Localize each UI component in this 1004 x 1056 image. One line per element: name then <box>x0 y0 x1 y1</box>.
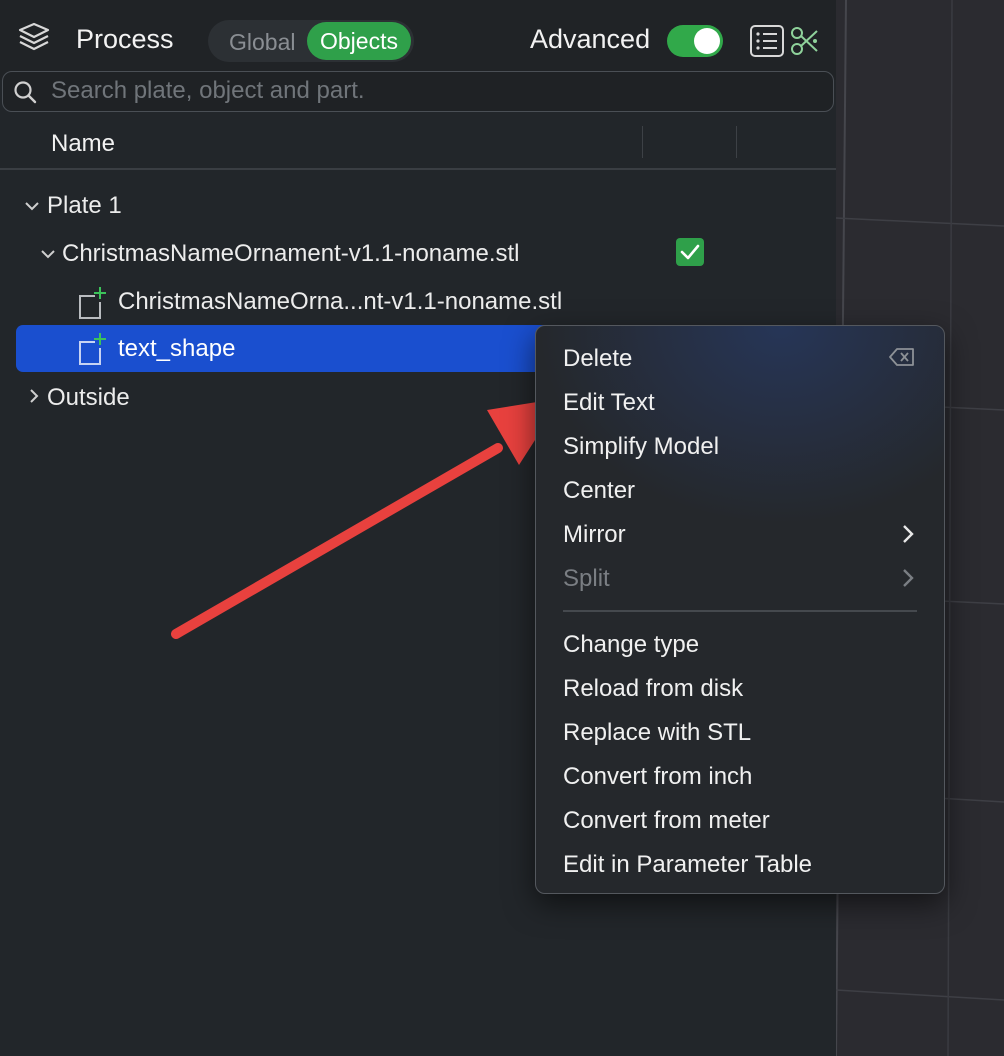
advanced-label: Advanced <box>530 24 651 54</box>
context-menu: Delete Edit Text Simplify Model Center M… <box>535 325 945 894</box>
plate-label: Plate 1 <box>47 192 122 219</box>
menu-item-reload-from-disk[interactable]: Reload from disk <box>563 675 743 703</box>
menu-item-split: Split <box>563 565 610 592</box>
part-icon <box>79 333 106 365</box>
delete-key-icon <box>889 348 914 366</box>
part-label: text_shape <box>118 335 236 362</box>
menu-separator <box>563 610 917 612</box>
menu-item-edit-in-parameter-table[interactable]: Edit in Parameter Table <box>563 851 812 879</box>
tab-global[interactable]: Global <box>229 29 295 56</box>
part-icon <box>79 287 106 319</box>
menu-item-convert-from-meter[interactable]: Convert from meter <box>563 807 770 835</box>
chevron-down-icon[interactable] <box>40 246 56 262</box>
chevron-right-icon <box>903 569 914 587</box>
menu-item-convert-from-inch[interactable]: Convert from inch <box>563 763 752 791</box>
tab-objects[interactable]: Objects <box>307 22 411 60</box>
advanced-toggle[interactable] <box>667 25 723 57</box>
panel-header: Process Global Objects Advanced <box>0 0 836 80</box>
tree-row-part[interactable]: ChristmasNameOrna...nt-v1.1-noname.stl <box>0 278 836 324</box>
menu-item-simplify-model[interactable]: Simplify Model <box>563 433 719 461</box>
search-icon <box>14 81 37 104</box>
checkmark-icon <box>680 244 700 260</box>
object-label: ChristmasNameOrnament-v1.1-noname.stl <box>62 240 520 267</box>
header-divider <box>0 168 836 170</box>
column-header-name[interactable]: Name <box>51 130 115 158</box>
list-icon[interactable] <box>749 24 785 58</box>
layers-icon <box>18 22 50 51</box>
tree-row-object[interactable]: ChristmasNameOrnament-v1.1-noname.stl <box>0 230 836 276</box>
search-bar <box>2 71 834 112</box>
column-divider[interactable] <box>736 126 737 158</box>
menu-item-change-type[interactable]: Change type <box>563 631 699 659</box>
tree-row-outside[interactable]: Outside <box>0 374 520 420</box>
column-divider[interactable] <box>642 126 643 158</box>
menu-item-replace-with-stl[interactable]: Replace with STL <box>563 719 751 747</box>
part-label: ChristmasNameOrna...nt-v1.1-noname.stl <box>118 288 563 315</box>
tools-icon[interactable] <box>789 25 821 57</box>
tree-row-plate[interactable]: Plate 1 <box>0 182 836 228</box>
panel-title: Process <box>76 24 174 54</box>
chevron-right-icon[interactable] <box>26 388 42 404</box>
search-input[interactable] <box>51 75 811 107</box>
menu-item-center[interactable]: Center <box>563 477 635 505</box>
object-checkbox[interactable] <box>676 238 704 266</box>
chevron-down-icon[interactable] <box>24 198 40 214</box>
menu-item-mirror[interactable]: Mirror <box>563 521 626 549</box>
menu-item-edit-text[interactable]: Edit Text <box>563 389 655 417</box>
outside-label: Outside <box>47 384 130 411</box>
global-objects-switch: Global Objects <box>208 20 414 62</box>
toggle-knob <box>694 28 720 54</box>
chevron-right-icon <box>903 525 914 543</box>
tree-row-part-selected[interactable]: text_shape <box>16 325 576 372</box>
menu-item-delete[interactable]: Delete <box>563 345 632 373</box>
